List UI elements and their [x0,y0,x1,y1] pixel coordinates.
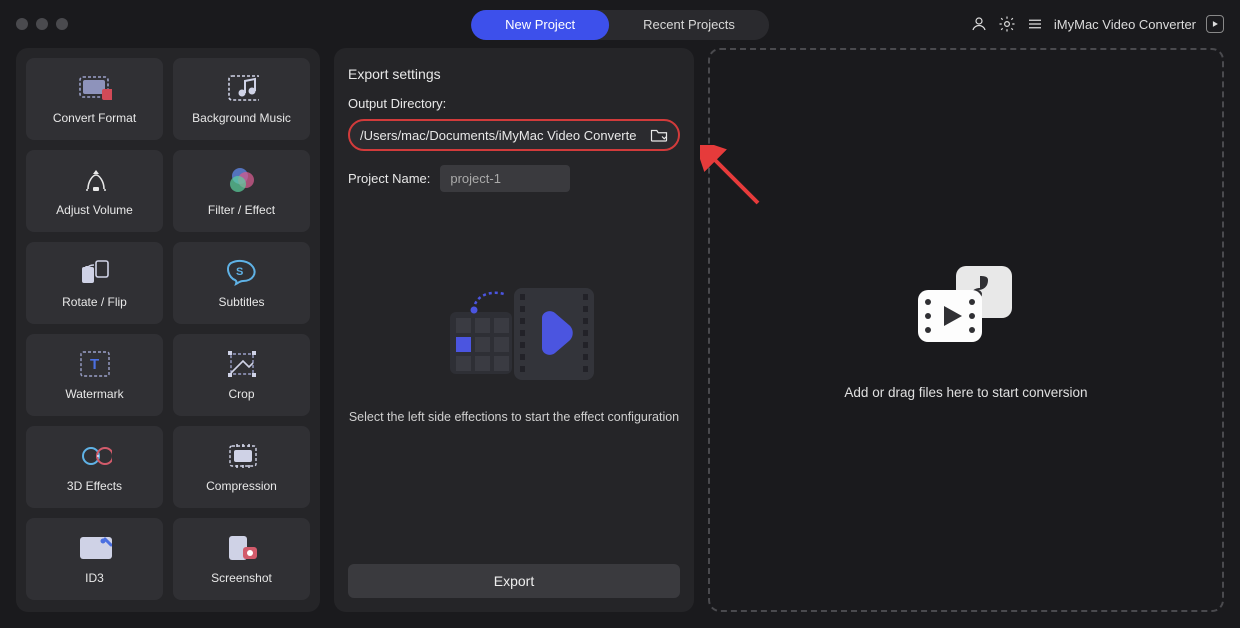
tile-3d-effects[interactable]: 3D Effects [26,426,163,508]
tile-watermark[interactable]: T Watermark [26,334,163,416]
output-directory-value: /Users/mac/Documents/iMyMac Video Conver… [360,128,644,143]
tile-label: Filter / Effect [208,203,275,217]
project-tabs: New Project Recent Projects [471,10,769,40]
compression-icon [225,441,259,471]
app-logo-icon [1206,15,1224,33]
svg-text:S: S [236,266,243,278]
tile-screenshot[interactable]: Screenshot [173,518,310,600]
3d-effects-icon [78,441,112,471]
titlebar: New Project Recent Projects iMyMac Video… [0,0,1240,48]
rotate-flip-icon [78,257,112,287]
tile-label: Rotate / Flip [62,295,127,309]
output-directory-field[interactable]: /Users/mac/Documents/iMyMac Video Conver… [348,119,680,151]
crop-icon [225,349,259,379]
tile-convert-format[interactable]: Convert Format [26,58,163,140]
svg-text:T: T [90,356,99,373]
project-name-label: Project Name: [348,171,430,186]
drop-zone-icon [906,260,1026,355]
account-icon[interactable] [970,15,988,33]
screenshot-icon [225,533,259,563]
watermark-icon: T [78,349,112,379]
tile-label: Adjust Volume [56,203,133,217]
export-settings-title: Export settings [348,66,680,82]
tile-compression[interactable]: Compression [173,426,310,508]
tile-id3[interactable]: ID3 [26,518,163,600]
tile-label: Crop [228,387,254,401]
effect-preview-placeholder [424,280,604,390]
gear-icon[interactable] [998,15,1016,33]
minimize-window-button[interactable] [36,18,48,30]
effect-config-hint: Select the left side effections to start… [348,408,680,427]
window-controls [16,18,68,30]
tile-label: ID3 [85,571,104,585]
tab-new-project[interactable]: New Project [471,10,609,40]
export-button[interactable]: Export [348,564,680,598]
file-drop-zone[interactable]: Add or drag files here to start conversi… [708,48,1224,612]
app-title: iMyMac Video Converter [1054,17,1196,32]
tile-subtitles[interactable]: S Subtitles [173,242,310,324]
tile-label: Subtitles [218,295,264,309]
maximize-window-button[interactable] [56,18,68,30]
id3-icon [78,533,112,563]
close-window-button[interactable] [16,18,28,30]
tile-label: Watermark [65,387,123,401]
drop-zone-hint: Add or drag files here to start conversi… [844,385,1087,400]
filter-effect-icon [225,165,259,195]
adjust-volume-icon [78,165,112,195]
export-settings-panel: Export settings Output Directory: /Users… [334,48,694,612]
tile-background-music[interactable]: Background Music [173,58,310,140]
tile-crop[interactable]: Crop [173,334,310,416]
tab-recent-projects[interactable]: Recent Projects [609,10,769,40]
background-music-icon [225,73,259,103]
tile-filter-effect[interactable]: Filter / Effect [173,150,310,232]
tile-label: Background Music [192,111,291,125]
project-name-input[interactable] [440,165,570,192]
tile-label: Screenshot [211,571,272,585]
browse-folder-icon[interactable] [650,127,668,143]
tile-adjust-volume[interactable]: Adjust Volume [26,150,163,232]
subtitles-icon: S [225,257,259,287]
tools-sidebar: Convert Format Background Music Adjust V… [16,48,320,612]
convert-format-icon [78,73,112,103]
tile-label: Convert Format [53,111,136,125]
titlebar-right: iMyMac Video Converter [970,15,1224,33]
tile-label: Compression [206,479,277,493]
tile-label: 3D Effects [67,479,122,493]
tile-rotate-flip[interactable]: Rotate / Flip [26,242,163,324]
menu-icon[interactable] [1026,15,1044,33]
output-directory-label: Output Directory: [348,96,680,111]
